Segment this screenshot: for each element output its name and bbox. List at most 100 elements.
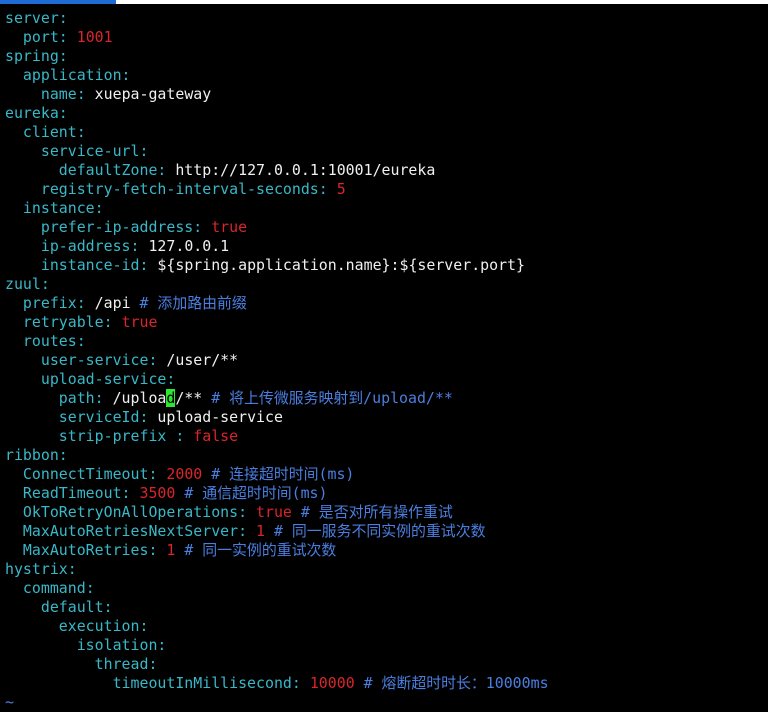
yaml-key: name	[5, 85, 77, 103]
yaml-comment: # 是否对所有操作重试	[300, 503, 453, 521]
yaml-comment: # 熔断超时时长：10000ms	[363, 674, 549, 692]
code-line[interactable]: server:	[5, 9, 549, 28]
yaml-key: server	[5, 9, 59, 27]
yaml-colon: :	[58, 104, 68, 122]
yaml-colon: :	[103, 313, 122, 331]
code-line[interactable]: strip-prefix : false	[5, 427, 549, 446]
yaml-key: defaultZone	[5, 161, 158, 179]
yaml-key: registry-fetch-interval-seconds	[5, 180, 319, 198]
yaml-colon: :	[94, 199, 104, 217]
yaml-key: thread	[5, 655, 149, 673]
code-line[interactable]: routes:	[5, 332, 549, 351]
yaml-key: client	[5, 123, 77, 141]
yaml-value	[355, 674, 364, 692]
yaml-comment: # 将上传微服务映射到/upload/**	[211, 389, 453, 407]
yaml-value-literal: 3500	[139, 484, 176, 502]
yaml-value: http://127.0.0.1:10001/eureka	[175, 161, 436, 179]
yaml-value-literal: 2000	[166, 465, 203, 483]
terminal-window[interactable]: server: port: 1001 spring: application: n…	[0, 0, 768, 712]
yaml-value-literal: 1	[256, 522, 265, 540]
yaml-key: ribbon	[5, 446, 59, 464]
yaml-key: routes	[5, 332, 77, 350]
code-line[interactable]: defaultZone: http://127.0.0.1:10001/eure…	[5, 161, 549, 180]
yaml-colon: :	[58, 47, 68, 65]
yaml-colon: :	[148, 465, 167, 483]
code-line[interactable]: serviceId: upload-service	[5, 408, 549, 427]
code-line[interactable]: ribbon:	[5, 446, 549, 465]
yaml-key: instance	[5, 199, 95, 217]
yaml-colon: :	[139, 142, 149, 160]
code-line[interactable]: client:	[5, 123, 549, 142]
code-line[interactable]: port: 1001	[5, 28, 549, 47]
code-line[interactable]: ReadTimeout: 3500 # 通信超时时间(ms)	[5, 484, 549, 503]
yaml-key: MaxAutoRetriesNextServer	[5, 522, 239, 540]
yaml-colon: :	[58, 28, 77, 46]
yaml-key: eureka	[5, 104, 59, 122]
code-editor[interactable]: server: port: 1001 spring: application: n…	[5, 9, 549, 712]
code-line[interactable]: isolation:	[5, 636, 549, 655]
code-line[interactable]: ~	[5, 693, 549, 712]
code-line[interactable]: MaxAutoRetries: 1 # 同一实例的重试次数	[5, 541, 549, 560]
yaml-colon: :	[157, 161, 176, 179]
code-line[interactable]: default:	[5, 598, 549, 617]
yaml-colon: :	[139, 617, 149, 635]
code-line[interactable]: hystrix:	[5, 560, 549, 579]
active-tab-indicator[interactable]	[0, 0, 116, 4]
yaml-colon: :	[85, 579, 95, 597]
code-line[interactable]: eureka:	[5, 104, 549, 123]
yaml-value-literal: true	[211, 218, 248, 236]
code-line[interactable]: MaxAutoRetriesNextServer: 1 # 同一服务不同实例的重…	[5, 522, 549, 541]
yaml-key: hystrix	[5, 560, 68, 578]
yaml-value: /uploa	[112, 389, 167, 407]
code-line[interactable]: timeoutInMillisecond: 10000 # 熔断超时时长：100…	[5, 674, 549, 693]
code-line[interactable]: registry-fetch-interval-seconds: 5	[5, 180, 549, 199]
code-line[interactable]: user-service: /user/**	[5, 351, 549, 370]
yaml-key: ConnectTimeout	[5, 465, 149, 483]
code-line[interactable]: instance-id: ${spring.application.name}:…	[5, 256, 549, 275]
yaml-colon: :	[130, 237, 149, 255]
title-bar	[0, 0, 768, 4]
yaml-colon: :	[76, 294, 95, 312]
code-line[interactable]: ConnectTimeout: 2000 # 连接超时时间(ms)	[5, 465, 549, 484]
yaml-colon: :	[76, 85, 95, 103]
yaml-colon: :	[175, 427, 194, 445]
code-line[interactable]: command:	[5, 579, 549, 598]
yaml-value-literal: 10000	[309, 674, 355, 692]
code-line[interactable]: service-url:	[5, 142, 549, 161]
yaml-key: strip-prefix	[5, 427, 176, 445]
code-line[interactable]: instance:	[5, 199, 549, 218]
yaml-key: zuul	[5, 275, 41, 293]
code-line[interactable]: application:	[5, 66, 549, 85]
code-line[interactable]: retryable: true	[5, 313, 549, 332]
code-line[interactable]: ip-address: 127.0.0.1	[5, 237, 549, 256]
yaml-comment: # 通信超时时间(ms)	[184, 484, 328, 502]
yaml-key: serviceId	[5, 408, 140, 426]
yaml-value: /**	[175, 389, 212, 407]
yaml-value: 127.0.0.1	[148, 237, 230, 255]
code-line[interactable]: zuul:	[5, 275, 549, 294]
yaml-value-literal: 1	[166, 541, 176, 559]
yaml-value-literal: false	[193, 427, 239, 445]
code-line[interactable]: upload-service:	[5, 370, 549, 389]
code-line[interactable]: OkToRetryOnAllOperations: true # 是否对所有操作…	[5, 503, 549, 522]
yaml-key: user-service	[5, 351, 149, 369]
yaml-colon: :	[139, 408, 158, 426]
code-line[interactable]: prefer-ip-address: true	[5, 218, 549, 237]
yaml-key: default	[5, 598, 104, 616]
yaml-colon: :	[76, 123, 86, 141]
code-line[interactable]: prefix: /api # 添加路由前缀	[5, 294, 549, 313]
code-line[interactable]: spring:	[5, 47, 549, 66]
yaml-key: OkToRetryOnAllOperations	[5, 503, 239, 521]
yaml-value: /user/**	[166, 351, 239, 369]
yaml-colon: :	[139, 256, 158, 274]
yaml-value	[175, 484, 184, 502]
code-line[interactable]: thread:	[5, 655, 549, 674]
code-line[interactable]: name: xuepa-gateway	[5, 85, 549, 104]
yaml-value	[202, 465, 211, 483]
text-cursor: d	[166, 389, 176, 407]
code-line[interactable]: path: /upload/** # 将上传微服务映射到/upload/**	[5, 389, 549, 408]
code-line[interactable]: execution:	[5, 617, 549, 636]
yaml-key: spring	[5, 47, 59, 65]
yaml-value: /api	[94, 294, 140, 312]
yaml-key: prefer-ip-address	[5, 218, 194, 236]
